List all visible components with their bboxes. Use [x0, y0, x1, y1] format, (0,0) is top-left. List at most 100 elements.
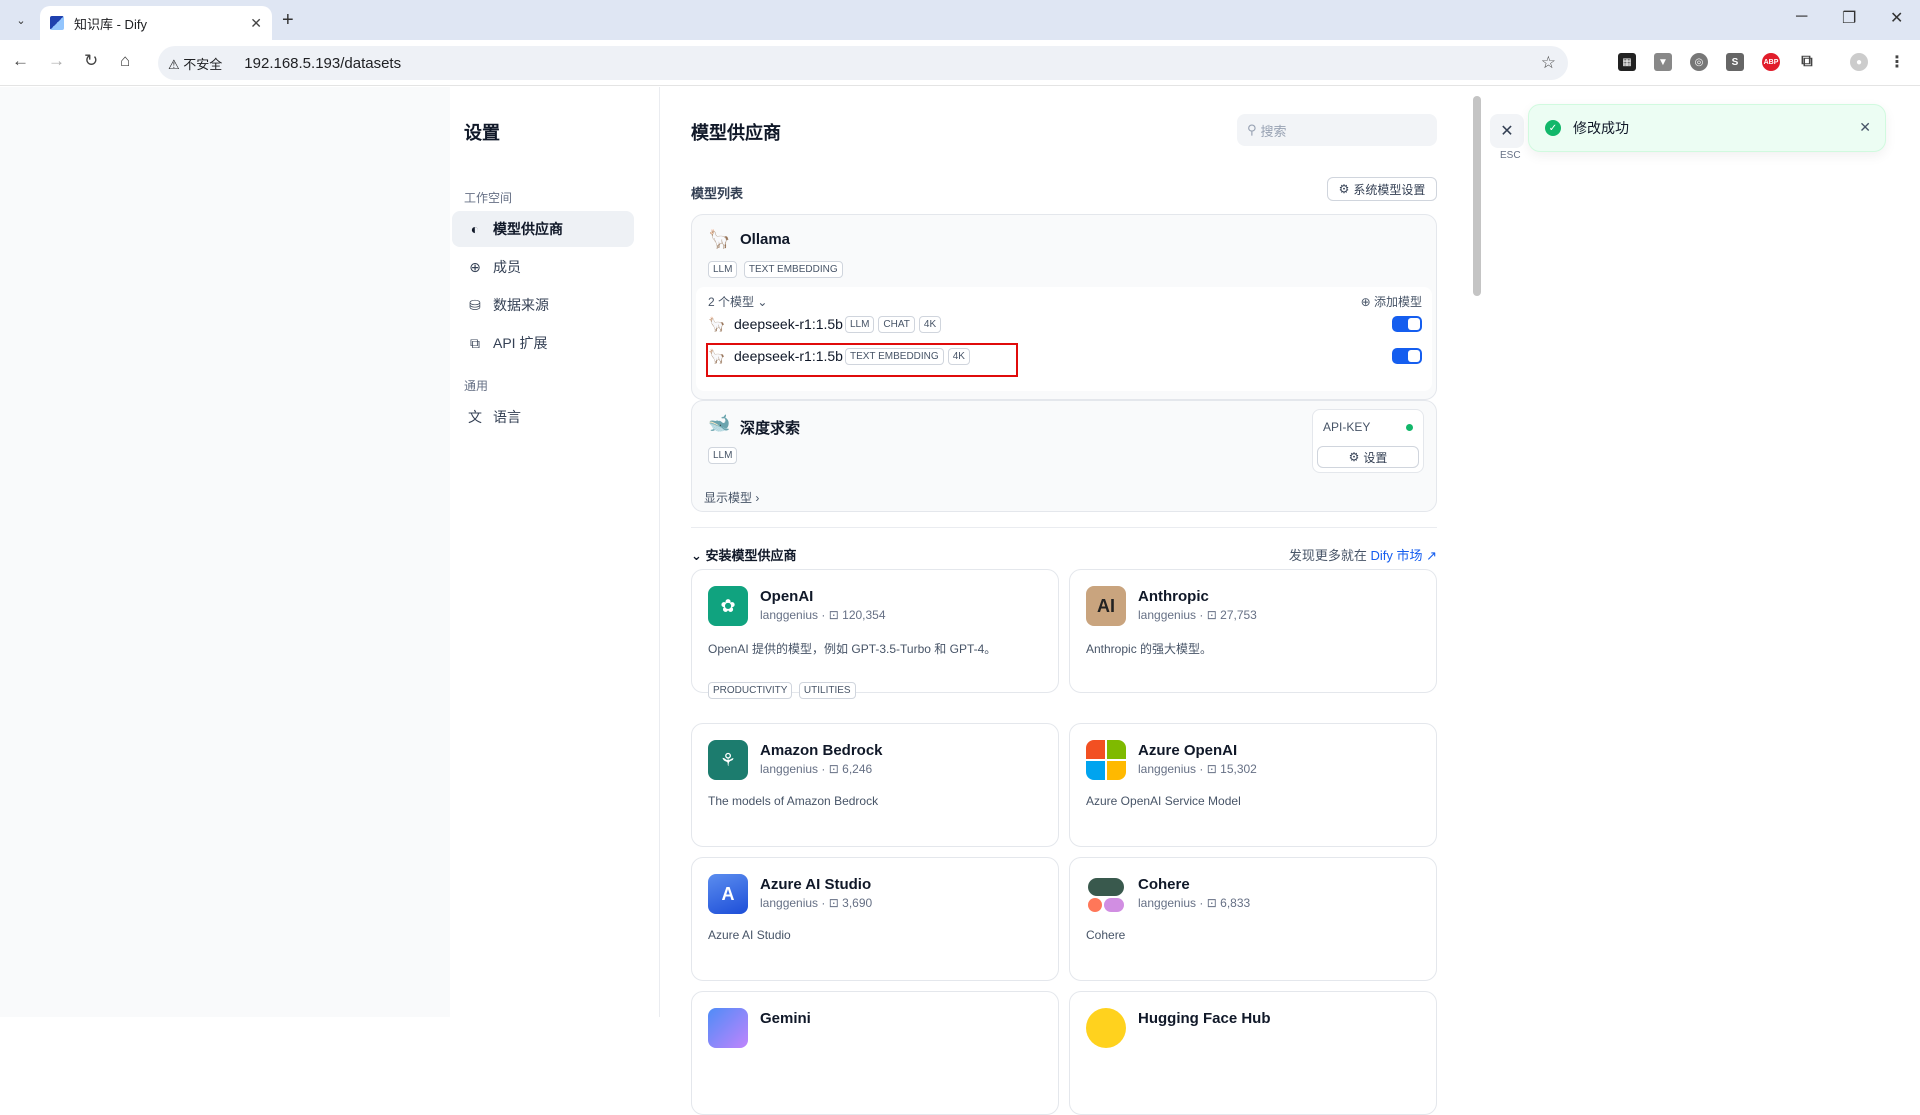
minimize-icon[interactable]: ─	[1796, 8, 1807, 26]
search-input[interactable]: ⚲ 搜索	[1237, 114, 1437, 146]
whale-icon: 🐋	[708, 413, 731, 433]
plugin-card-azure-ai-studio[interactable]: A Azure AI Studio langgenius · ⊡ 3,690 A…	[691, 857, 1059, 981]
window-close-icon[interactable]: ✕	[1890, 8, 1903, 28]
api-key-panel: API-KEY ⚙ 设置	[1312, 409, 1424, 473]
extension-2-icon[interactable]: ▼	[1654, 53, 1672, 71]
new-tab-icon[interactable]: +	[282, 9, 294, 32]
nav-model-provider[interactable]: ◐ 模型供应商	[452, 211, 634, 247]
settings-sidebar: 设置 工作空间 ◐ 模型供应商 ⊕ 成员 ⛁ 数据来源 ⧉ API 扩展 通用 …	[450, 87, 660, 1017]
database-icon: ⛁	[469, 296, 481, 313]
address-bar[interactable]: ⚠ 不安全 192.168.5.193/datasets ☆	[158, 46, 1568, 80]
page-title: 模型供应商	[691, 123, 781, 143]
tab-close-icon[interactable]: ✕	[250, 15, 262, 32]
plugin-card-hugging-face[interactable]: Hugging Face Hub	[1069, 991, 1437, 1115]
plugin-name: Amazon Bedrock	[760, 742, 883, 759]
plugin-description: Azure OpenAI Service Model	[1086, 794, 1241, 808]
model-enable-toggle[interactable]	[1392, 316, 1422, 332]
tag: UTILITIES	[798, 682, 856, 699]
scrollbar[interactable]	[1473, 96, 1481, 296]
plugin-card-anthropic[interactable]: AI Anthropic langgenius · ⊡ 27,753 Anthr…	[1069, 569, 1437, 693]
extension-1-icon[interactable]: ▦	[1618, 53, 1636, 71]
extension-4-icon[interactable]: S	[1726, 53, 1744, 71]
plugin-author: langgenius	[760, 608, 819, 622]
nav-api-extension[interactable]: ⧉ API 扩展	[452, 325, 634, 361]
home-icon[interactable]: ⌂	[120, 51, 130, 71]
download-icon: ⊡	[828, 608, 839, 622]
browser-menu-icon[interactable]: ⋮	[1888, 53, 1906, 71]
plugin-author: langgenius	[1138, 762, 1197, 776]
chevron-down-icon: ⌄	[757, 295, 768, 309]
llama-icon: 🦙	[708, 315, 726, 332]
provider-setting-button[interactable]: ⚙ 设置	[1317, 446, 1419, 468]
group-workspace-label: 工作空间	[464, 191, 513, 205]
close-settings-button[interactable]: ✕	[1490, 114, 1524, 148]
provider-name: 深度求索	[740, 420, 801, 437]
group-general-label: 通用	[464, 379, 489, 393]
provider-name: Ollama	[740, 231, 791, 248]
tag: 4K	[918, 315, 942, 333]
nav-members[interactable]: ⊕ 成员	[452, 249, 634, 285]
llama-icon: 🦙	[708, 229, 731, 249]
search-placeholder: 搜索	[1260, 123, 1287, 139]
plugin-name: Gemini	[760, 1010, 811, 1027]
discover-marketplace-link[interactable]: 发现更多就在 Dify 市场 ↗	[1289, 545, 1437, 564]
browser-tab[interactable]: 知识库 - Dify ✕	[40, 6, 272, 40]
success-toast: ✓ 修改成功 ✕	[1528, 104, 1886, 152]
install-label: 安装模型供应商	[705, 548, 797, 563]
button-label: 系统模型设置	[1353, 182, 1426, 197]
download-icon: ⊡	[1206, 608, 1217, 622]
extension-3-icon[interactable]: ◎	[1690, 53, 1708, 71]
download-icon: ⊡	[1206, 762, 1217, 776]
dify-favicon-icon	[50, 16, 64, 30]
show-models-button[interactable]: 显示模型 ›	[704, 489, 759, 506]
tab-search-icon[interactable]: ⌄	[10, 9, 32, 31]
members-icon: ⊕	[469, 258, 481, 275]
restore-icon[interactable]: ❐	[1842, 8, 1856, 28]
add-model-label: 添加模型	[1373, 295, 1422, 309]
system-model-settings-button[interactable]: ⚙ 系统模型设置	[1327, 177, 1437, 201]
toast-close-icon[interactable]: ✕	[1859, 119, 1871, 136]
model-count-toggle[interactable]: 2 个模型 ⌄	[708, 293, 767, 310]
plugin-card-amazon-bedrock[interactable]: ⚘ Amazon Bedrock langgenius · ⊡ 6,246 Th…	[691, 723, 1059, 847]
tag: LLM	[708, 447, 738, 464]
insecure-indicator[interactable]: ⚠ 不安全	[168, 54, 230, 73]
reload-icon[interactable]: ↻	[84, 51, 98, 71]
tag: PRODUCTIVITY	[708, 682, 793, 699]
bookmark-star-icon[interactable]: ☆	[1541, 53, 1556, 73]
install-providers-toggle[interactable]: ⌄ 安装模型供应商	[691, 545, 797, 564]
nav-language[interactable]: 文 语言	[452, 399, 634, 435]
browser-tab-strip: ⌄ 知识库 - Dify ✕ + ─ ❐ ✕	[0, 0, 1920, 40]
toast-message: 修改成功	[1573, 120, 1629, 136]
tag: TEXT EMBEDDING	[743, 261, 843, 278]
external-link-icon: ↗	[1422, 548, 1437, 563]
button-label: 设置	[1363, 450, 1388, 465]
model-enable-toggle[interactable]	[1392, 348, 1422, 364]
plugin-card-cohere[interactable]: Cohere langgenius · ⊡ 6,833 Cohere	[1069, 857, 1437, 981]
model-list: 2 个模型 ⌄ ⊕ 添加模型 🦙 deepseek-r1:1.5b LLM CH…	[696, 287, 1432, 391]
adblock-icon[interactable]: ABP	[1762, 53, 1780, 71]
back-icon[interactable]: ←	[12, 51, 29, 71]
plugin-name: OpenAI	[760, 588, 814, 605]
plugin-author: langgenius	[760, 762, 819, 776]
nav-data-source[interactable]: ⛁ 数据来源	[452, 287, 634, 323]
url-text[interactable]: 192.168.5.193/datasets	[244, 55, 401, 72]
model-name: deepseek-r1:1.5b	[734, 316, 843, 332]
sliders-icon: ⚙	[1348, 450, 1360, 464]
provider-card-ollama: 🦙 Ollama LLM TEXT EMBEDDING 2 个模型 ⌄ ⊕ 添加…	[691, 214, 1437, 400]
plugin-meta: langgenius · ⊡ 3,690	[760, 896, 873, 910]
nav-label: 数据来源	[493, 297, 549, 313]
plugin-card-openai[interactable]: ✿ OpenAI langgenius · ⊡ 120,354 OpenAI 提…	[691, 569, 1059, 699]
plugin-installs: 15,302	[1220, 762, 1257, 776]
extensions-puzzle-icon[interactable]: ⧉	[1798, 53, 1816, 71]
plugin-card-azure-openai[interactable]: Azure OpenAI langgenius · ⊡ 15,302 Azure…	[1069, 723, 1437, 847]
plugin-card-gemini[interactable]: Gemini	[691, 991, 1059, 1115]
profile-avatar-icon[interactable]: ●	[1850, 53, 1868, 71]
plugin-meta: langgenius · ⊡ 27,753	[1138, 608, 1257, 622]
marketplace-link[interactable]: Dify 市场	[1370, 548, 1422, 563]
model-row: 🦙 deepseek-r1:1.5b LLM CHAT 4K	[708, 313, 943, 335]
plugin-tags: PRODUCTIVITY UTILITIES	[708, 680, 858, 699]
plugin-meta: langgenius · ⊡ 6,246	[760, 762, 873, 776]
red-highlight-box	[706, 343, 1018, 377]
add-model-button[interactable]: ⊕ 添加模型	[1361, 293, 1422, 310]
forward-icon[interactable]: →	[48, 51, 65, 71]
